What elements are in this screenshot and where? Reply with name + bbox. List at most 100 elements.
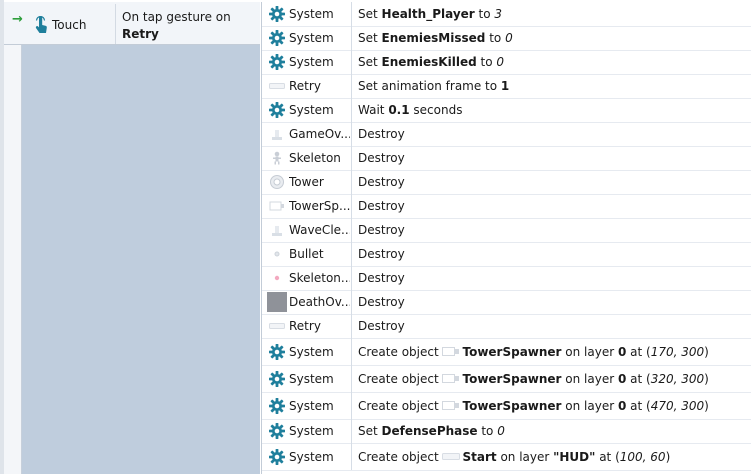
action-row[interactable]: Bullet Destroy [262,242,751,267]
action-object-name[interactable]: System [289,424,350,438]
action-object-name[interactable]: GameOv... [289,127,350,141]
column-divider [351,218,352,242]
spawner-sprite-icon [269,198,285,214]
action-text[interactable]: Destroy [358,223,405,237]
condition-row[interactable]: → Touch On tap gesture on Retry [4,2,260,45]
action-object-name[interactable]: Tower [289,175,350,189]
action-text[interactable]: Destroy [358,295,405,309]
column-divider [351,338,352,365]
action-object-name[interactable]: System [289,345,350,359]
action-object-name[interactable]: System [289,103,350,117]
action-object-name[interactable]: Retry [289,79,350,93]
action-object-name[interactable]: DeathOv... [289,295,350,309]
action-text[interactable]: Set EnemiesKilled to 0 [358,55,504,69]
button-mini-icon [442,451,461,462]
condition-text-line2: Retry [122,27,159,41]
action-row[interactable]: Retry Destroy [262,314,751,339]
action-object-name[interactable]: System [289,31,350,45]
action-value: 0 [505,31,513,45]
action-object-name[interactable]: System [289,7,350,21]
condition-object-name: Touch [52,18,87,32]
action-text-part: on layer [496,450,554,464]
sprite-icon [269,126,285,142]
action-object-name[interactable]: Skeleton... [289,271,350,285]
action-text[interactable]: Destroy [358,199,405,213]
action-text-part: at ( [595,450,620,464]
condition-text[interactable]: On tap gesture on Retry [122,9,231,43]
action-row[interactable]: System Set DefensePhase to 0 [262,419,751,444]
action-text[interactable]: Set DefensePhase to 0 [358,424,505,438]
skeleton-sprite-icon [269,150,285,166]
action-row[interactable]: System Create object Start on layer "HUD"… [262,443,751,471]
action-text[interactable]: Destroy [358,175,405,189]
action-param: 0.1 [388,103,410,117]
gear-icon [269,423,285,439]
action-text-part: on layer [561,345,618,359]
action-text[interactable]: Create object Start on layer "HUD" at (1… [358,450,670,464]
action-row[interactable]: Retry Set animation frame to 1 [262,74,751,99]
action-object-name[interactable]: System [289,450,350,464]
action-text[interactable]: Destroy [358,151,405,165]
action-object-name[interactable]: Bullet [289,247,350,261]
action-object-name[interactable]: Skeleton [289,151,350,165]
action-row[interactable]: TowerSp... Destroy [262,194,751,219]
event-block[interactable] [4,2,260,474]
gray-square-sprite-icon [267,292,287,312]
action-row[interactable]: System Create object TowerSpawner on laye… [262,365,751,393]
action-text-part: Set [358,424,382,438]
action-text-part: Destroy [358,271,405,285]
action-row[interactable]: System Create object TowerSpawner on laye… [262,392,751,420]
action-object-name[interactable]: System [289,55,350,69]
action-text[interactable]: Create object TowerSpawner on layer 0 at… [358,399,709,413]
action-value: 3 [494,7,503,21]
actions-list: System Set Health_Player to 3 System Set En… [261,2,751,474]
action-text-part: Set [358,31,382,45]
action-text[interactable]: Set Health_Player to 3 [358,7,502,21]
action-text[interactable]: Wait 0.1 seconds [358,103,462,117]
action-text-part: Destroy [358,151,405,165]
action-text[interactable]: Destroy [358,247,405,261]
action-text[interactable]: Create object TowerSpawner on layer 0 at… [358,372,709,386]
action-text[interactable]: Destroy [358,319,405,333]
action-text[interactable]: Set EnemiesMissed to 0 [358,31,513,45]
action-text-part: to [476,55,497,69]
action-object-name[interactable]: System [289,399,350,413]
spawner-mini-icon [442,373,460,384]
action-param: EnemiesMissed [381,31,486,45]
column-divider [351,365,352,392]
action-object-name[interactable]: TowerSp... [289,199,350,213]
action-text-part: on layer [561,399,618,413]
column-divider [351,392,352,419]
action-text[interactable]: Create object TowerSpawner on layer 0 at… [358,345,709,359]
action-text-part: ) [665,450,671,464]
action-row[interactable]: GameOv... Destroy [262,122,751,147]
action-row[interactable]: System Set EnemiesKilled to 0 [262,50,751,75]
action-row[interactable]: Tower Destroy [262,170,751,195]
action-row[interactable]: System Create object TowerSpawner on laye… [262,338,751,366]
action-text-part: Set animation frame to [358,79,501,93]
action-row[interactable]: DeathOv... Destroy [262,290,751,315]
action-text[interactable]: Set animation frame to 1 [358,79,509,93]
action-text-part: Set [358,7,382,21]
action-text[interactable]: Destroy [358,127,405,141]
gear-icon [269,30,285,46]
action-value: 170, 300 [650,345,705,359]
action-text-part: at ( [626,372,651,386]
action-param: TowerSpawner [462,399,562,413]
action-text[interactable]: Destroy [358,271,405,285]
action-param: "HUD" [553,450,596,464]
action-object-name[interactable]: Retry [289,319,350,333]
bullet-sprite-icon [269,246,285,262]
column-divider [351,26,352,50]
action-row[interactable]: Skeleton Destroy [262,146,751,171]
action-object-name[interactable]: WaveCle... [289,223,350,237]
action-row[interactable]: WaveCle... Destroy [262,218,751,243]
event-margin[interactable] [4,2,22,474]
button-sprite-icon [269,78,285,94]
action-row[interactable]: System Set Health_Player to 3 [262,2,751,27]
action-row[interactable]: System Wait 0.1 seconds [262,98,751,123]
action-object-name[interactable]: System [289,372,350,386]
action-row[interactable]: Skeleton... Destroy [262,266,751,291]
action-text-part: seconds [409,103,463,117]
action-row[interactable]: System Set EnemiesMissed to 0 [262,26,751,51]
